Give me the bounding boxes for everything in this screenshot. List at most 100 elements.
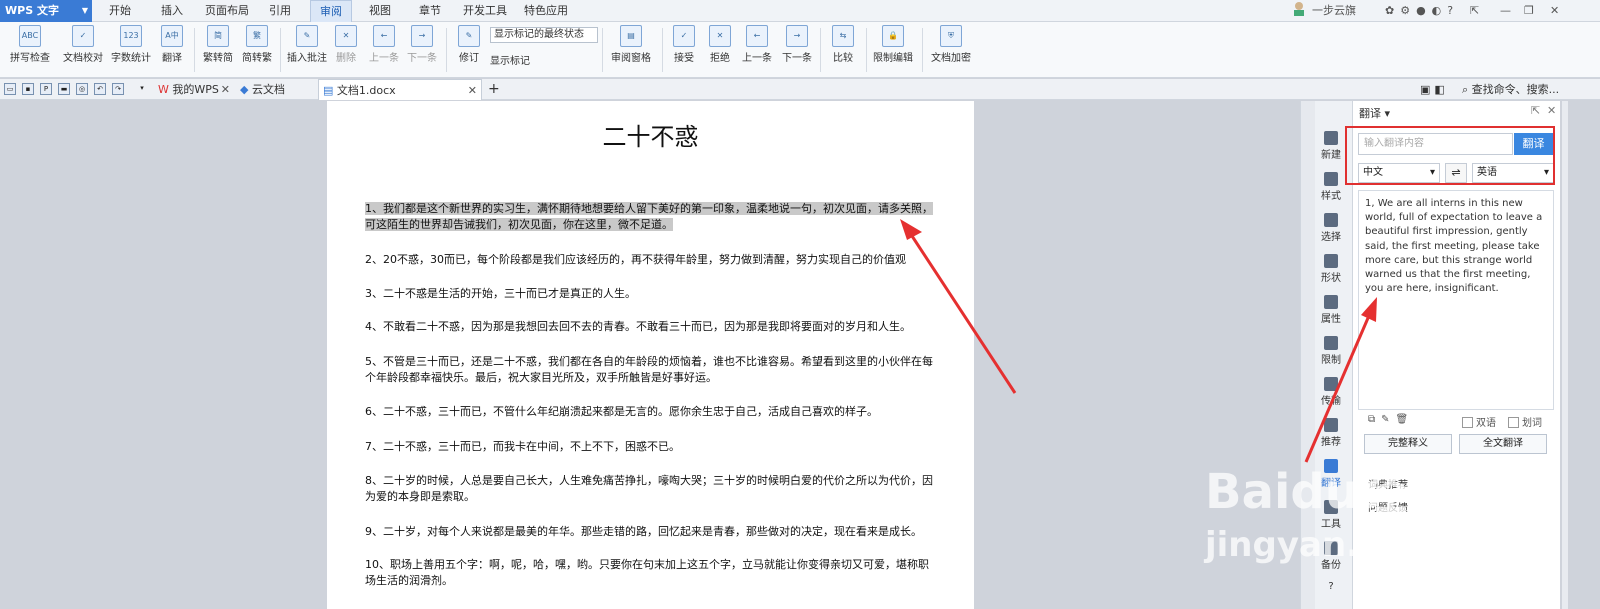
word-select-checkbox[interactable]: 划词 [1508, 414, 1542, 429]
maximize-icon[interactable]: ❐ [1524, 0, 1538, 22]
result-tools[interactable]: ⧉✎🗑 [1368, 414, 1414, 425]
tab-document1[interactable]: ▤ 文档1.docx ✕ [318, 79, 482, 100]
show-markup-button[interactable]: 显示标记 [490, 52, 560, 67]
sidebar-item-restrict[interactable]: 限制 [1311, 336, 1351, 366]
sidebar-item-select[interactable]: 选择 [1311, 213, 1351, 243]
menu-tab-chapter[interactable]: 章节 [410, 0, 450, 22]
close-icon[interactable]: ✕ [1547, 104, 1556, 117]
word-count-button[interactable]: 123 字数统计 [110, 25, 152, 64]
page-title: 二十不惑 [602, 123, 699, 151]
paragraph-4[interactable]: 4、不敢看二十不惑，因为那是我想回去回不去的青春。不敢看三十而已，因为那是我即将… [365, 319, 937, 335]
restore-ribbon-icon[interactable]: ⇱ [1470, 0, 1486, 22]
undo-icon[interactable]: ↶ [94, 83, 106, 95]
doc-proofread-button[interactable]: ✓ 文档校对 [62, 25, 104, 64]
avatar-icon [1294, 2, 1304, 16]
sidebar-item-recommend[interactable]: 推荐 [1311, 418, 1351, 448]
save-icon[interactable]: ▪ [22, 83, 34, 95]
redo-icon[interactable]: ↷ [112, 83, 124, 95]
new-doc-icon [1324, 131, 1338, 145]
menu-tab-references[interactable]: 引用 [260, 0, 300, 22]
shield-icon: ⛨ [940, 25, 962, 47]
paragraph-2[interactable]: 2、20不惑，30而已，每个阶段都是我们应该经历的，再不获得年龄里，努力做到清醒… [365, 252, 937, 268]
properties-icon [1324, 295, 1338, 309]
review-pane-button[interactable]: ▤ 审阅窗格 [606, 25, 656, 64]
quick-access-dropdown-icon[interactable]: ▾ [136, 83, 148, 95]
compare-button[interactable]: ⇆ 比较 [826, 25, 860, 64]
tab-my-wps[interactable]: W 我的WPS ✕ [154, 79, 234, 100]
ribbon-separator [922, 28, 923, 72]
ribbon-separator [820, 28, 821, 72]
undock-icon[interactable]: ⇱ [1531, 104, 1540, 117]
accept-icon: ✓ [673, 25, 695, 47]
paragraph-6[interactable]: 6、二十不惑，三十而已，不管什么年纪崩溃起来都是无言的。愿你余生忠于自己，活成自… [365, 404, 937, 420]
close-icon[interactable]: ✕ [468, 80, 477, 101]
sidebar-item-transfer[interactable]: 传输 [1311, 377, 1351, 407]
paragraph-7[interactable]: 7、二十不惑，三十而已，而我卡在中间，不上不下，困惑不已。 [365, 439, 937, 455]
paragraph-10[interactable]: 10、职场上善用五个字：啊，呢，哈，嘿，哟。只要你在句末加上这五个字，立马就能让… [365, 557, 937, 589]
insert-comment-button[interactable]: ✎ 插入批注 [286, 25, 328, 64]
prev-comment-button[interactable]: ← 上一条 [366, 25, 402, 64]
menu-tab-insert[interactable]: 插入 [152, 0, 192, 22]
ribbon-separator [446, 28, 447, 72]
spell-check-icon: ABC [19, 25, 41, 47]
command-search[interactable]: ⌕ 查找命令、搜索... [1458, 79, 1598, 100]
simp-to-trad-button[interactable]: 繁简转繁 [240, 25, 274, 64]
new-tab-plus-icon[interactable]: + [484, 79, 500, 100]
full-definition-button[interactable]: 完整释义 [1364, 434, 1452, 454]
translate-ribbon-button[interactable]: A中 翻译 [156, 25, 188, 64]
document-icon: ▤ [323, 84, 334, 97]
help-icon[interactable]: ? [1311, 581, 1351, 592]
reject-icon: ✕ [709, 25, 731, 47]
export-pdf-icon[interactable]: P [40, 83, 52, 95]
tab-cloud-docs[interactable]: ◆ 云文档 [236, 79, 316, 100]
encrypt-document-button[interactable]: ⛨ 文档加密 [928, 25, 974, 64]
delete-comment-icon: ✕ [335, 25, 357, 47]
close-icon[interactable]: ✕ [221, 79, 230, 100]
print-preview-icon[interactable]: ◎ [76, 83, 88, 95]
menu-tab-layout[interactable]: 页面布局 [198, 0, 256, 22]
next-change-icon: → [786, 25, 808, 47]
spell-check-button[interactable]: ABC 拼写检查 [6, 25, 54, 64]
chevron-down-icon: ▼ [81, 6, 88, 15]
open-icon[interactable]: ▭ [4, 83, 16, 95]
menu-tab-developer[interactable]: 开发工具 [457, 0, 513, 22]
next-icon: → [411, 25, 433, 47]
restrict-editing-button[interactable]: 🔒 限制编辑 [870, 25, 916, 64]
menu-tab-review[interactable]: 审阅 [310, 0, 352, 22]
close-icon[interactable]: ✕ [1550, 0, 1564, 22]
scrollbar[interactable] [1562, 101, 1568, 609]
track-changes-button[interactable]: ✎ 修订 [452, 25, 486, 64]
tab-bar-tools-icons[interactable]: ▣◧ [1416, 79, 1456, 100]
delete-comment-button[interactable]: ✕ 删除 [330, 25, 362, 64]
account-name[interactable]: 一步云旗 [1312, 0, 1356, 22]
avatar[interactable] [1292, 0, 1306, 22]
full-translate-button[interactable]: 全文翻译 [1459, 434, 1547, 454]
menu-tab-features[interactable]: 特色应用 [518, 0, 574, 22]
paragraph-8[interactable]: 8、二十岁的时候，人总是要自己长大，人生难免痛苦挣扎，嚎啕大哭；三十岁的时候明白… [365, 473, 937, 505]
trad-to-simp-button[interactable]: 简繁转简 [200, 25, 236, 64]
menu-tab-view[interactable]: 视图 [360, 0, 400, 22]
annotation-highlight-box [1345, 126, 1555, 185]
sidebar-item-properties[interactable]: 属性 [1311, 295, 1351, 325]
menu-tab-home[interactable]: 开始 [100, 0, 140, 22]
paragraph-5[interactable]: 5、不管是三十而已，还是二十不惑，我们都在各自的年龄段的烦恼着，谁也不比谁容易。… [365, 354, 937, 386]
paragraph-3[interactable]: 3、二十不惑是生活的开始，三十而已才是真正的人生。 [365, 286, 937, 302]
sidebar-item-shapes[interactable]: 形状 [1311, 254, 1351, 284]
document-page[interactable]: 二十不惑 1、我们都是这个新世界的实习生，满怀期待地想要给人留下美好的第一印象，… [327, 101, 974, 609]
prev-change-button[interactable]: ← 上一条 [738, 25, 776, 64]
prev-icon: ← [373, 25, 395, 47]
minimize-icon[interactable]: — [1500, 0, 1514, 22]
document-tab-bar: ▭ ▪ P ▬ ◎ ↶ ↷ ▾ W 我的WPS ✕ ◆ 云文档 ▤ 文档1.doc… [0, 79, 1600, 100]
bilingual-checkbox[interactable]: 双语 [1462, 414, 1496, 429]
accept-button[interactable]: ✓ 接受 [668, 25, 700, 64]
translate-panel-title[interactable]: 翻译 ▾ [1359, 105, 1390, 121]
reject-button[interactable]: ✕ 拒绝 [704, 25, 736, 64]
wps-app-menu-button[interactable]: WPS 文字 ▼ [0, 0, 92, 22]
paragraph-9[interactable]: 9、二十岁，对每个人来说都是最美的年华。那些走错的路，回忆起来是青春，那些做对的… [365, 524, 937, 540]
next-change-button[interactable]: → 下一条 [778, 25, 816, 64]
print-icon[interactable]: ▬ [58, 83, 70, 95]
translation-result[interactable]: 1, We are all interns in this new world,… [1358, 190, 1554, 410]
markup-state-select[interactable]: 显示标记的最终状态 [490, 27, 598, 43]
next-comment-button[interactable]: → 下一条 [404, 25, 440, 64]
paragraph-1[interactable]: 1、我们都是这个新世界的实习生，满怀期待地想要给人留下美好的第一印象，温柔地说一… [365, 201, 937, 233]
